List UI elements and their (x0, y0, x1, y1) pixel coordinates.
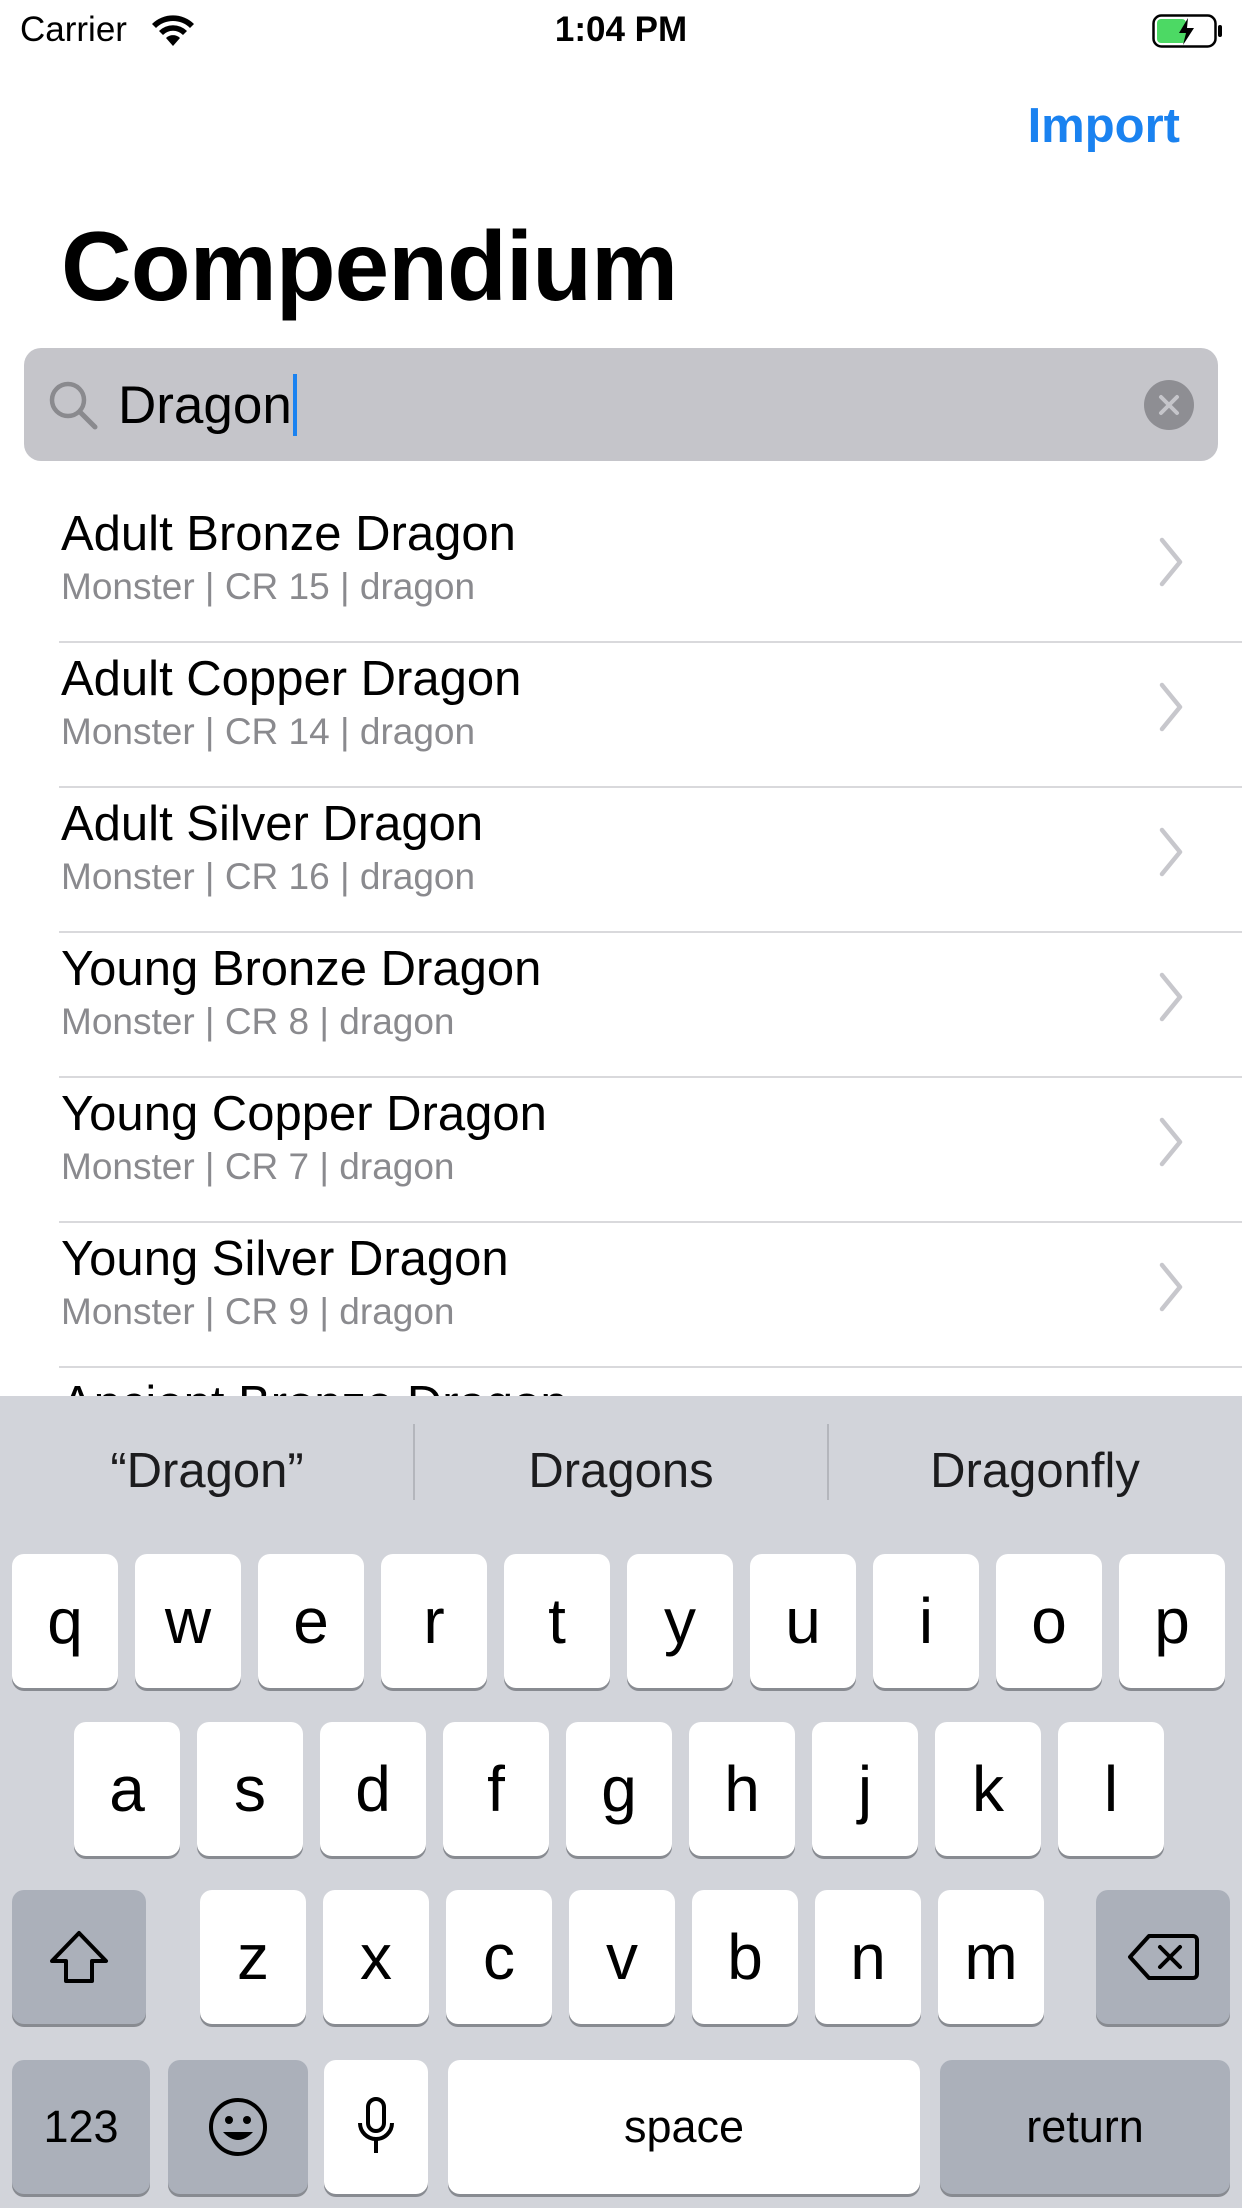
shift-key[interactable] (12, 1890, 146, 2024)
item-detail: Monster | CR 15 | dragon (61, 566, 476, 607)
suggestion-item[interactable]: “Dragon” (0, 1396, 414, 1516)
microphone-icon (358, 2097, 394, 2153)
search-bar[interactable]: Dragon (24, 348, 1218, 461)
item-name: Adult Bronze Dragon (61, 507, 516, 561)
chevron-right-icon (1159, 682, 1183, 732)
results-list: Adult Bronze Dragon Monster | CR 15 | dra… (0, 498, 1242, 1396)
dictation-key[interactable] (324, 2060, 428, 2194)
key-k[interactable]: k (935, 1722, 1041, 1856)
item-name: Adult Copper Dragon (61, 652, 522, 706)
key-j[interactable]: j (812, 1722, 918, 1856)
battery-charging-icon (1152, 14, 1222, 48)
key-b[interactable]: b (692, 1890, 798, 2024)
key-f[interactable]: f (443, 1722, 549, 1856)
numbers-key[interactable]: 123 (12, 2060, 150, 2194)
key-o[interactable]: o (996, 1554, 1102, 1688)
list-item[interactable]: Young Bronze Dragon Monster | CR 8 | drag… (0, 933, 1242, 1078)
item-detail: Monster | CR 14 | dragon (61, 711, 476, 752)
list-item[interactable]: Adult Copper Dragon Monster | CR 14 | dra… (0, 643, 1242, 788)
key-r[interactable]: r (381, 1554, 487, 1688)
item-detail: Monster | CR 8 | dragon (61, 1001, 455, 1042)
key-h[interactable]: h (689, 1722, 795, 1856)
key-u[interactable]: u (750, 1554, 856, 1688)
suggestion-divider (413, 1424, 415, 1500)
chevron-right-icon (1159, 827, 1183, 877)
list-item[interactable]: Adult Silver Dragon Monster | CR 16 | dra… (0, 788, 1242, 933)
key-g[interactable]: g (566, 1722, 672, 1856)
item-name: Young Copper Dragon (61, 1087, 547, 1141)
emoji-icon (209, 2098, 267, 2156)
list-item[interactable]: Young Copper Dragon Monster | CR 7 | drag… (0, 1078, 1242, 1223)
key-l[interactable]: l (1058, 1722, 1164, 1856)
chevron-right-icon (1159, 1117, 1183, 1167)
item-name: Young Bronze Dragon (61, 942, 542, 996)
key-t[interactable]: t (504, 1554, 610, 1688)
key-w[interactable]: w (135, 1554, 241, 1688)
return-key[interactable]: return (940, 2060, 1230, 2194)
item-detail: Monster | CR 7 | dragon (61, 1146, 455, 1187)
search-input-value: Dragon (118, 375, 292, 435)
key-q[interactable]: q (12, 1554, 118, 1688)
space-key[interactable]: space (448, 2060, 920, 2194)
list-item[interactable]: Ancient Bronze Dragon (0, 1368, 1242, 1396)
delete-key[interactable] (1096, 1890, 1230, 2024)
suggestion-item[interactable]: Dragonfly (828, 1396, 1242, 1516)
key-x[interactable]: x (323, 1890, 429, 2024)
key-n[interactable]: n (815, 1890, 921, 2024)
chevron-right-icon (1159, 972, 1183, 1022)
import-button[interactable]: Import (1028, 98, 1180, 154)
suggestion-item[interactable]: Dragons (414, 1396, 828, 1516)
clock: 1:04 PM (554, 10, 688, 49)
shift-icon (50, 1931, 108, 1983)
list-item[interactable]: Young Silver Dragon Monster | CR 9 | drag… (0, 1223, 1242, 1368)
key-a[interactable]: a (74, 1722, 180, 1856)
key-y[interactable]: y (627, 1554, 733, 1688)
status-bar: Carrier 1:04 PM (0, 0, 1242, 62)
key-c[interactable]: c (446, 1890, 552, 2024)
key-m[interactable]: m (938, 1890, 1044, 2024)
key-s[interactable]: s (197, 1722, 303, 1856)
emoji-key[interactable] (168, 2060, 308, 2194)
item-name: Adult Silver Dragon (61, 797, 484, 851)
key-v[interactable]: v (569, 1890, 675, 2024)
key-z[interactable]: z (200, 1890, 306, 2024)
clear-search-icon[interactable] (1144, 380, 1194, 430)
item-detail: Monster | CR 9 | dragon (61, 1291, 455, 1332)
search-input[interactable]: Dragon (118, 370, 297, 440)
chevron-right-icon (1159, 537, 1183, 587)
page-title: Compendium (61, 211, 678, 321)
text-caret (292, 374, 297, 436)
key-d[interactable]: d (320, 1722, 426, 1856)
item-name: Ancient Bronze Dragon (61, 1376, 568, 1396)
suggestion-divider (827, 1424, 829, 1500)
keyboard: “Dragon” Dragons Dragonfly qwertyuiop asdfg… (0, 1396, 1242, 2208)
delete-icon (1128, 1934, 1199, 1980)
key-p[interactable]: p (1119, 1554, 1225, 1688)
item-name: Young Silver Dragon (61, 1232, 509, 1286)
key-i[interactable]: i (873, 1554, 979, 1688)
suggestion-bar: “Dragon” Dragons Dragonfly (0, 1396, 1242, 1516)
chevron-right-icon (1159, 1262, 1183, 1312)
key-e[interactable]: e (258, 1554, 364, 1688)
item-detail: Monster | CR 16 | dragon (61, 856, 476, 897)
search-icon (49, 381, 98, 430)
list-item[interactable]: Adult Bronze Dragon Monster | CR 15 | dra… (0, 498, 1242, 643)
